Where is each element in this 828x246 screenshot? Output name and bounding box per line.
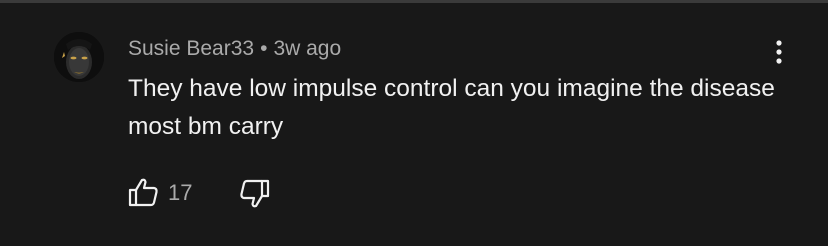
comment-text: They have low impulse control can you im… [128, 75, 775, 140]
avatar-image [54, 32, 104, 82]
thumbs-up-icon [128, 178, 158, 207]
comment-timestamp[interactable]: 3w ago [273, 37, 341, 60]
more-options-button[interactable] [764, 36, 794, 68]
author-name[interactable]: Susie Bear33 [128, 37, 254, 60]
dislike-button[interactable] [238, 178, 272, 210]
meta-separator: • [260, 37, 268, 60]
comment-meta: Susie Bear33 • 3w ago [128, 36, 341, 62]
top-divider [0, 0, 828, 3]
thumbs-down-icon [240, 179, 270, 208]
more-vert-icon [776, 40, 782, 64]
like-count: 17 [168, 180, 193, 205]
like-button[interactable] [126, 176, 160, 208]
avatar[interactable] [54, 32, 104, 82]
